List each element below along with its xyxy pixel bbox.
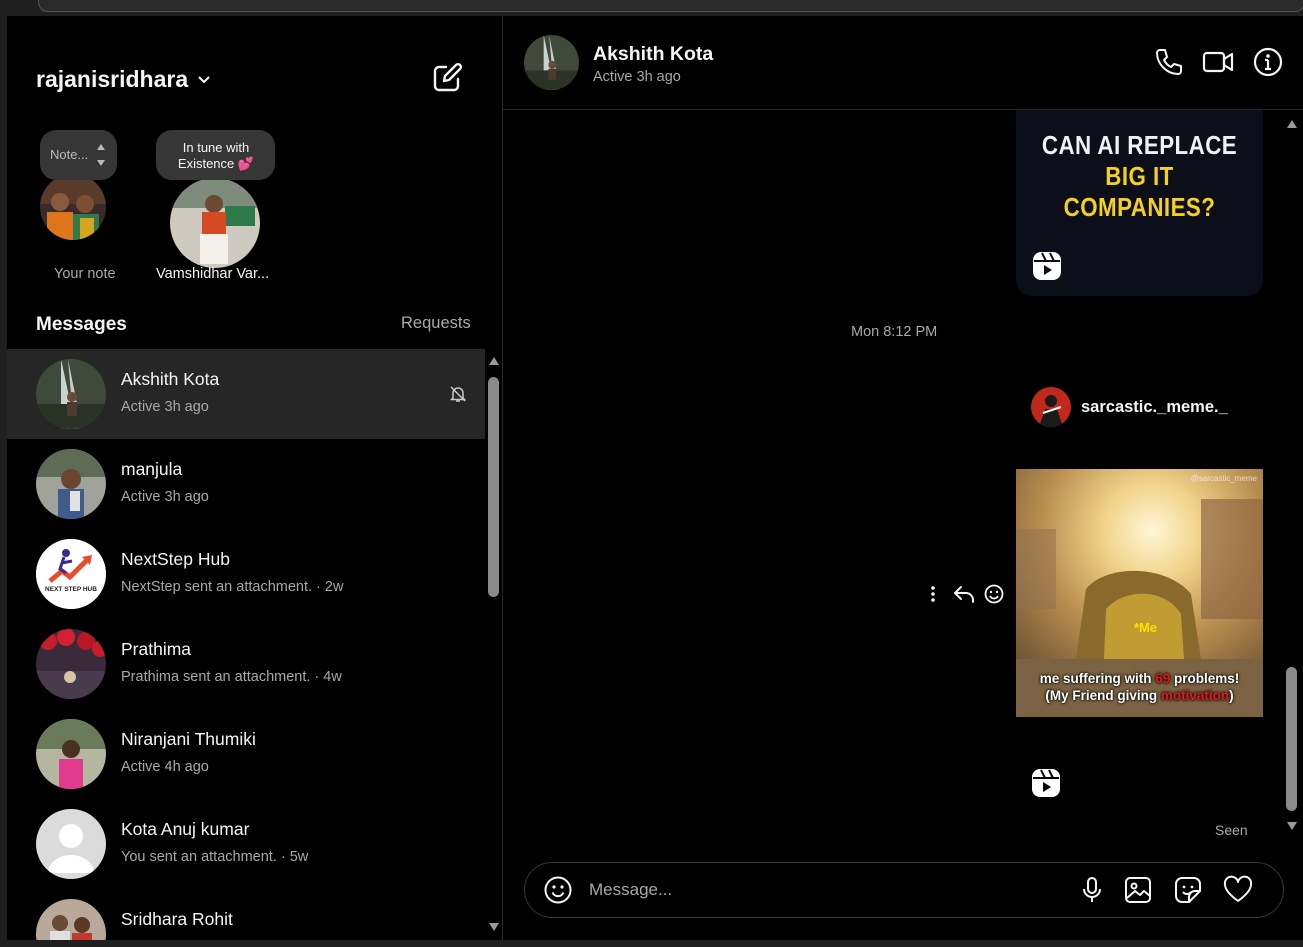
heart-icon[interactable] bbox=[1223, 875, 1253, 905]
scrollbar-thumb[interactable] bbox=[488, 377, 499, 597]
chat-header: Akshith Kota Active 3h ago bbox=[503, 16, 1303, 110]
inbox-panel: rajanisridhara Note... Your note In tune… bbox=[7, 16, 502, 940]
inbox-scrollbar[interactable] bbox=[486, 349, 502, 940]
chat-scrollbar[interactable] bbox=[1284, 110, 1300, 840]
note-text: Note... bbox=[50, 147, 89, 162]
scroll-down-arrow-icon[interactable] bbox=[1287, 822, 1297, 830]
chat-contact-status: Active 3h ago bbox=[593, 69, 681, 85]
address-bar[interactable] bbox=[38, 0, 1303, 12]
reel-overlay-text: *Me bbox=[1134, 620, 1158, 635]
avatar-logo-text: NEXT STEP HUB bbox=[45, 586, 97, 593]
microphone-icon[interactable] bbox=[1077, 875, 1107, 905]
avatar: NEXT STEP HUB bbox=[36, 539, 106, 609]
conversation-row[interactable]: Akshith Kota Active 3h ago bbox=[7, 349, 485, 439]
more-options-icon[interactable] bbox=[923, 582, 943, 606]
reel-watermark: @sarcastic_meme bbox=[1190, 474, 1257, 483]
avatar bbox=[36, 629, 106, 699]
messages-heading: Messages bbox=[36, 314, 127, 335]
muted-bell-icon bbox=[449, 386, 467, 402]
scroll-up-arrow-icon[interactable] bbox=[489, 357, 499, 365]
message-composer bbox=[524, 862, 1284, 918]
chat-contact-name[interactable]: Akshith Kota bbox=[593, 43, 713, 66]
new-message-icon[interactable] bbox=[431, 62, 463, 94]
browser-chrome bbox=[0, 0, 1303, 16]
reel-icon bbox=[1032, 769, 1060, 797]
requests-link[interactable]: Requests bbox=[401, 314, 471, 333]
scrollbar-thumb[interactable] bbox=[1286, 667, 1297, 811]
seen-indicator: Seen bbox=[1215, 822, 1248, 838]
window-edge bbox=[0, 16, 7, 941]
conversation-row[interactable]: Niranjani Thumiki Active 4h ago bbox=[7, 709, 485, 799]
caption-highlight: motivation bbox=[1160, 688, 1230, 703]
avatar bbox=[36, 719, 106, 789]
conversation-row[interactable]: Sridhara Rohit bbox=[7, 889, 485, 940]
caption-number: 69 bbox=[1155, 671, 1171, 686]
conversation-status: Active 3h ago bbox=[121, 489, 209, 505]
avatar bbox=[36, 449, 106, 519]
avatar[interactable] bbox=[524, 35, 579, 90]
conversation-status: Active 3h ago bbox=[121, 399, 209, 415]
avatar bbox=[40, 174, 106, 240]
avatar bbox=[170, 178, 260, 268]
conversation-name: Sridhara Rohit bbox=[121, 909, 233, 929]
conversation-status: NextStep sent an attachment. · 2w bbox=[121, 579, 344, 595]
shared-reel-meme[interactable]: @sarcastic_meme *Me me suffering with 69… bbox=[1016, 469, 1263, 717]
note-bubble[interactable]: Note... bbox=[40, 130, 117, 180]
caption-part: problems! bbox=[1170, 671, 1240, 686]
chevron-down-icon bbox=[198, 75, 210, 83]
scroll-up-arrow-icon[interactable] bbox=[1287, 120, 1297, 128]
caption-part: (My Friend giving bbox=[1045, 688, 1161, 703]
conversation-name: Prathima bbox=[121, 639, 192, 659]
account-username: rajanisridhara bbox=[36, 66, 189, 92]
note-stepper-icon[interactable] bbox=[96, 142, 106, 168]
caption-part: me suffering with bbox=[1039, 671, 1156, 686]
conversation-status: Active 4h ago bbox=[121, 759, 209, 775]
reel-headline-1: CAN AI REPLACE bbox=[1041, 130, 1238, 160]
shared-reel-ai[interactable]: CAN AI REPLACE BIG IT COMPANIES? bbox=[1016, 110, 1263, 296]
note-text: In tune with Existence 💕 bbox=[177, 140, 255, 171]
conversation-name: NextStep Hub bbox=[121, 549, 230, 569]
sticker-icon[interactable] bbox=[1173, 875, 1203, 905]
conversation-name: manjula bbox=[121, 459, 183, 479]
phone-icon[interactable] bbox=[1152, 46, 1184, 78]
your-note[interactable]: Note... Your note bbox=[37, 128, 137, 288]
conversation-status: You sent an attachment. · 5w bbox=[121, 849, 309, 865]
react-emoji-icon[interactable] bbox=[982, 582, 1006, 606]
conversation-status: Prathima sent an attachment. · 4w bbox=[121, 669, 342, 685]
reply-icon[interactable] bbox=[952, 582, 976, 606]
scroll-down-arrow-icon[interactable] bbox=[489, 923, 499, 931]
message-timestamp: Mon 8:12 PM bbox=[851, 324, 938, 340]
avatar bbox=[1031, 387, 1071, 427]
conversation-list: Akshith Kota Active 3h ago manjula Activ… bbox=[7, 349, 485, 940]
caption-part: ) bbox=[1229, 688, 1234, 703]
avatar bbox=[36, 809, 106, 879]
message-input[interactable] bbox=[587, 875, 1061, 905]
note-bubble: In tune with Existence 💕 bbox=[156, 130, 275, 180]
note-name: Vamshidhar Var... bbox=[156, 266, 270, 282]
window-edge-bottom bbox=[0, 940, 1303, 947]
sender-username: sarcastic._meme._ bbox=[1081, 397, 1228, 416]
emoji-icon[interactable] bbox=[543, 875, 573, 905]
chat-panel: Akshith Kota Active 3h ago CAN AI REPLAC… bbox=[503, 16, 1303, 940]
video-call-icon[interactable] bbox=[1202, 46, 1234, 78]
reel-icon bbox=[1033, 252, 1061, 280]
reel-headline-2: BIG IT COMPANIES? bbox=[1063, 161, 1216, 222]
reel-caption: me suffering with 69 problems! (My Frien… bbox=[1016, 670, 1263, 704]
avatar bbox=[36, 899, 106, 940]
shared-post-sender[interactable]: sarcastic._meme._ bbox=[1031, 387, 1228, 427]
conversation-name: Niranjani Thumiki bbox=[121, 729, 256, 749]
conversation-name: Akshith Kota bbox=[121, 369, 220, 389]
conversation-row[interactable]: NEXT STEP HUB NextStep Hub NextStep sent… bbox=[7, 529, 485, 619]
conversation-row[interactable]: Kota Anuj kumar You sent an attachment. … bbox=[7, 799, 485, 889]
info-icon[interactable] bbox=[1252, 46, 1284, 78]
note-name: Your note bbox=[54, 266, 116, 282]
gallery-icon[interactable] bbox=[1123, 875, 1153, 905]
conversation-name: Kota Anuj kumar bbox=[121, 819, 250, 839]
conversation-row[interactable]: Prathima Prathima sent an attachment. · … bbox=[7, 619, 485, 709]
account-switcher[interactable]: rajanisridhara bbox=[36, 66, 211, 93]
avatar bbox=[36, 359, 106, 429]
conversation-row[interactable]: manjula Active 3h ago bbox=[7, 439, 485, 529]
friend-note[interactable]: In tune with Existence 💕 Vamshidhar Var.… bbox=[155, 128, 285, 288]
